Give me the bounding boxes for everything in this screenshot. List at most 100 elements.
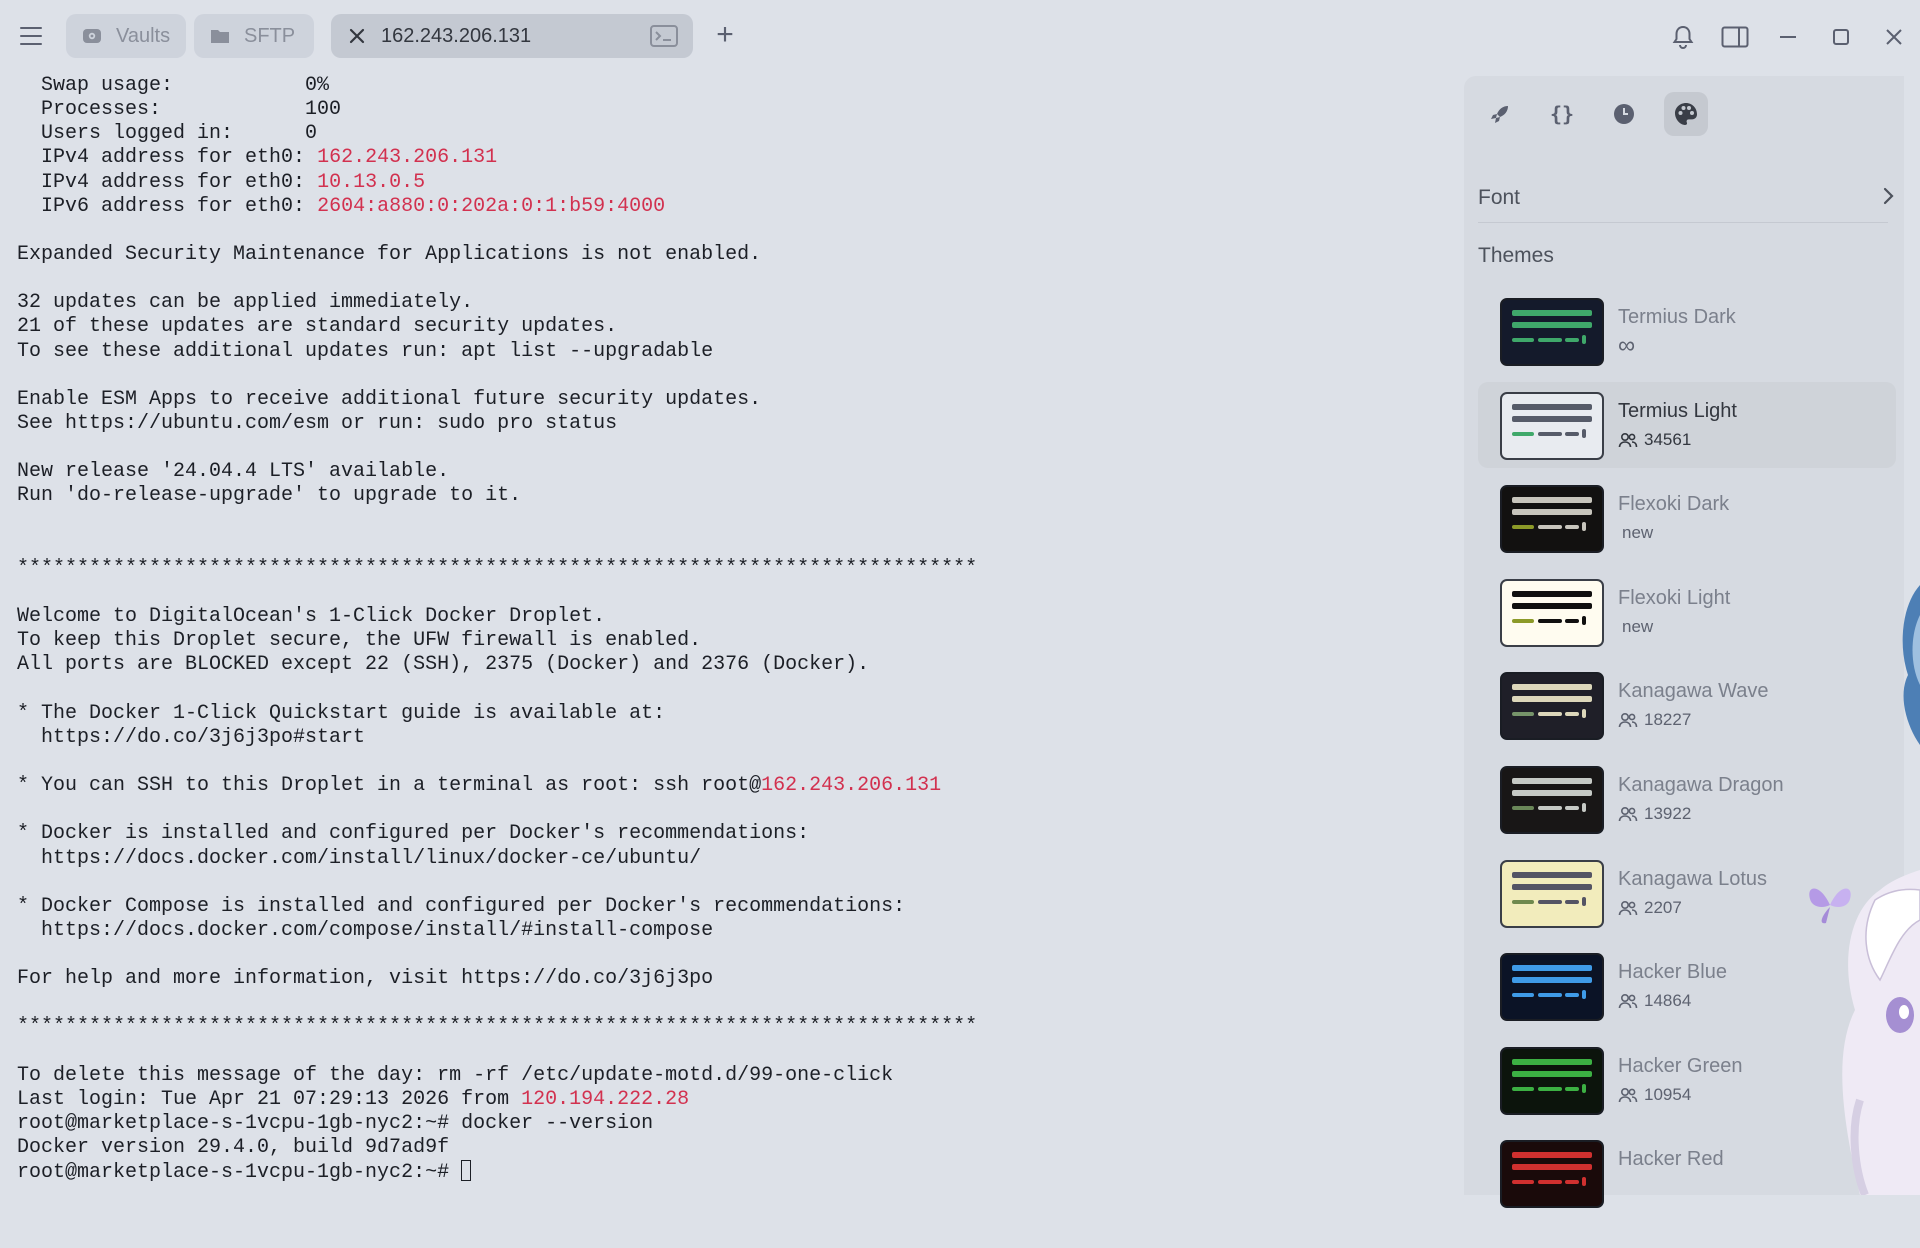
tab-label: SFTP [244, 24, 296, 47]
terminal-text: ****************************************… [17, 556, 978, 580]
rocket-icon[interactable] [1478, 92, 1522, 136]
preview-bar [1512, 310, 1592, 316]
preview-bar [1538, 806, 1562, 810]
tab-label: Vaults [116, 24, 171, 47]
close-icon[interactable] [345, 24, 369, 48]
terminal-text: Docker version 29.4.0, build 9d7ad9f [17, 1136, 450, 1160]
terminal-line: IPv4 address for eth0: 10.13.0.5 [17, 171, 1437, 195]
theme-preview-thumbnail [1500, 298, 1604, 366]
theme-preview-thumbnail [1500, 859, 1604, 928]
highlighted-ip: 120.194.222.28 [521, 1087, 690, 1111]
preview-bar [1512, 338, 1534, 342]
theme-item[interactable]: Termius Light 34561 [1478, 381, 1896, 468]
preview-bar [1512, 525, 1534, 530]
terminal-text: Processes: 100 [17, 98, 342, 122]
hamburger-menu-icon[interactable] [20, 22, 48, 50]
tab-sftp[interactable]: SFTP [194, 14, 314, 58]
preview-bar [1512, 1070, 1592, 1077]
theme-name: Hacker Red [1618, 1148, 1724, 1171]
terminal-line: * The Docker 1-Click Quickstart guide is… [17, 702, 1437, 726]
preview-bar [1582, 1177, 1586, 1187]
terminal-text: Swap usage: 0% [17, 74, 330, 97]
terminal-line: 32 updates can be applied immediately. [17, 291, 1437, 315]
minimize-icon[interactable] [1773, 22, 1803, 52]
preview-bar [1565, 712, 1579, 717]
terminal-line: Expanded Security Maintenance for Applic… [17, 243, 1437, 267]
terminal-text: Users logged in: 0 [17, 122, 318, 146]
theme-name: Termius Dark [1618, 306, 1736, 328]
terminal-text: To see these additional updates run: apt… [17, 339, 714, 363]
terminal-line: ****************************************… [17, 1015, 1437, 1039]
terminal-line: 21 of these updates are standard securit… [17, 315, 1437, 339]
theme-meta: 2207 [1618, 898, 1682, 918]
braces-icon[interactable]: {} [1540, 92, 1584, 136]
terminal-line: Processes: 100 [17, 98, 1437, 122]
preview-bar [1512, 590, 1592, 597]
terminal-text: IPv6 address for eth0: [17, 194, 318, 218]
terminal-text: To keep this Droplet secure, the UFW fir… [17, 629, 702, 653]
preview-bar [1512, 1152, 1592, 1159]
theme-preview-thumbnail [1500, 391, 1604, 460]
preview-bar [1565, 1086, 1579, 1091]
preview-bar [1582, 709, 1586, 719]
preview-bar [1582, 803, 1586, 812]
terminal-output[interactable]: Swap usage: 0% Processes: 100 Users logg… [17, 74, 1437, 1184]
terminal-text: * The Docker 1-Click Quickstart guide is… [17, 701, 666, 725]
preview-bar [1512, 778, 1592, 784]
preview-bar [1512, 871, 1592, 878]
theme-preview-thumbnail [1500, 766, 1604, 834]
preview-bar [1512, 965, 1592, 972]
chevron-right-icon [1882, 186, 1896, 211]
terminal-line: To keep this Droplet secure, the UFW fir… [17, 629, 1437, 653]
close-window-icon[interactable] [1879, 22, 1909, 52]
terminal-line: Swap usage: 0% [17, 74, 1437, 98]
users-icon [1618, 993, 1638, 1009]
terminal-text: IPv4 address for eth0: [17, 146, 318, 170]
theme-preview-thumbnail [1500, 953, 1604, 1022]
highlighted-ip: 162.243.206.131 [317, 146, 498, 170]
theme-item[interactable]: Kanagawa Dragon 13922 [1478, 756, 1896, 842]
terminal-text: Last login: Tue Apr 21 07:29:13 2026 fro… [17, 1087, 522, 1111]
terminal-line: * Docker Compose is installed and config… [17, 895, 1437, 919]
theme-item[interactable]: Kanagawa Wave 18227 [1478, 662, 1896, 748]
terminal-line: Last login: Tue Apr 21 07:29:13 2026 fro… [17, 1088, 1437, 1112]
new-tab-button[interactable]: + [710, 20, 740, 50]
terminal-text: New release '24.04.4 LTS' available. [17, 460, 450, 484]
terminal-window-icon[interactable] [649, 24, 679, 48]
tab-vaults[interactable]: Vaults [66, 14, 186, 58]
theme-item[interactable]: Termius Dark ∞ [1478, 288, 1896, 374]
maximize-icon[interactable] [1826, 22, 1856, 52]
terminal-line: * You can SSH to this Droplet in a termi… [17, 774, 1437, 798]
preview-bar [1582, 615, 1586, 625]
divider [1478, 222, 1888, 223]
bell-icon[interactable] [1668, 22, 1698, 52]
terminal-text: https://docs.docker.com/compose/install/… [17, 918, 714, 942]
theme-name: Hacker Green [1618, 1054, 1743, 1077]
terminal-line: Users logged in: 0 [17, 122, 1437, 146]
theme-item[interactable]: Flexoki Light new [1478, 569, 1896, 655]
tab-ssh-session[interactable]: 162.243.206.131 [331, 14, 693, 58]
vault-icon [80, 24, 104, 48]
terminal-text: root@marketplace-s-1vcpu-1gb-nyc2:~# doc… [17, 1112, 654, 1136]
clock-icon[interactable] [1602, 92, 1646, 136]
preview-bar [1512, 806, 1534, 810]
preview-bar [1512, 712, 1534, 717]
preview-bar [1538, 431, 1562, 436]
theme-item[interactable]: Flexoki Dark new [1478, 475, 1896, 561]
palette-icon[interactable] [1664, 92, 1708, 136]
terminal-line: New release '24.04.4 LTS' available. [17, 460, 1437, 484]
theme-name: Flexoki Dark [1618, 493, 1730, 516]
preview-bar [1512, 1086, 1534, 1091]
theme-user-count: 18227 [1644, 710, 1692, 730]
preview-bar [1512, 403, 1592, 410]
preview-bar [1512, 618, 1534, 623]
infinity-icon: ∞ [1618, 332, 1636, 359]
theme-name: Termius Light [1618, 399, 1737, 422]
sidebar-toggle-icon[interactable] [1720, 22, 1750, 52]
theme-meta: new [1618, 523, 1653, 543]
font-settings-row[interactable]: Font [1478, 174, 1896, 222]
preview-bar [1582, 1083, 1586, 1093]
